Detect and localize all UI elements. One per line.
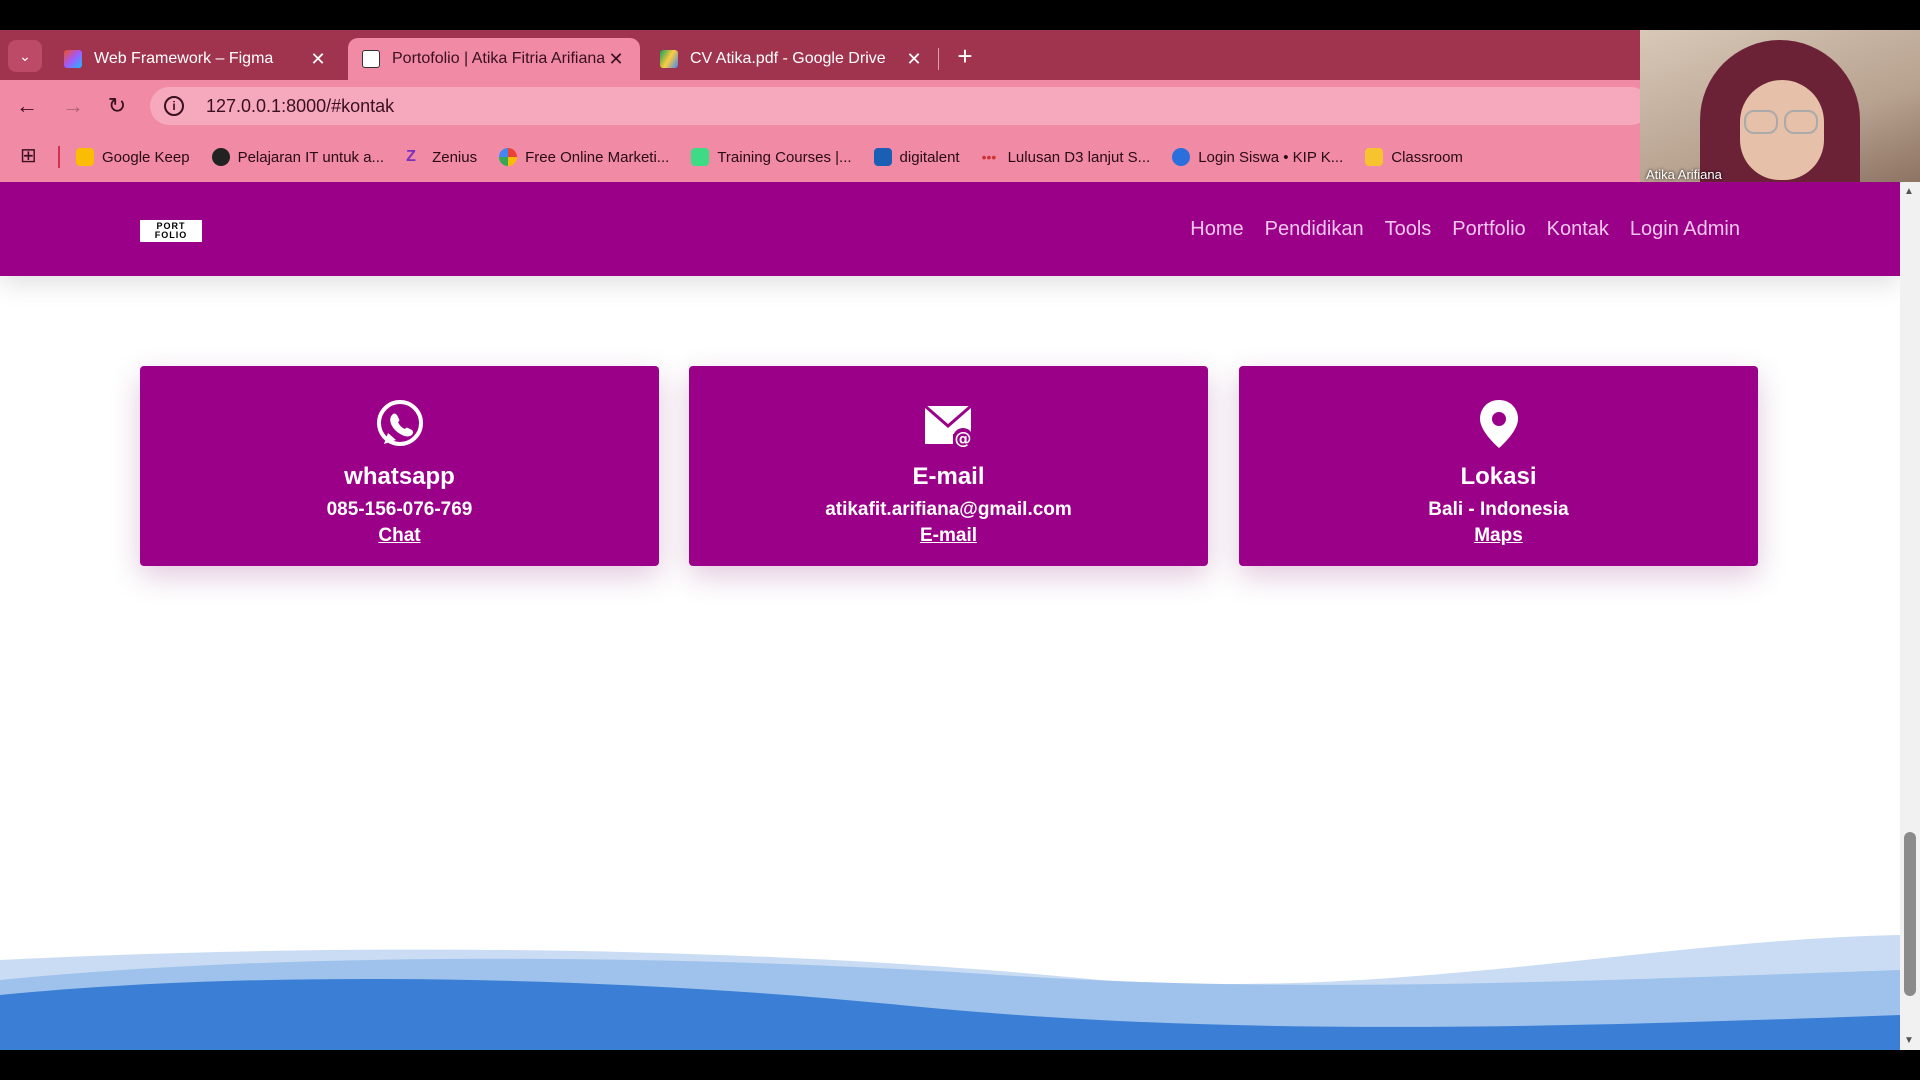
back-button[interactable]: ← (12, 92, 42, 122)
card-heading: Lokasi (1460, 463, 1537, 490)
reload-icon: ↻ (107, 93, 127, 118)
webcam-overlay: Atika Arifiana (1640, 30, 1920, 188)
email-link[interactable]: E-mail (920, 525, 977, 547)
contact-card-email: @ E-mail atikafit.arifiana@gmail.com E-m… (689, 366, 1208, 566)
figma-icon (64, 50, 82, 68)
nav-tools[interactable]: Tools (1385, 218, 1432, 241)
site-info-icon[interactable]: i (164, 96, 184, 116)
bookmark-classroom[interactable]: Classroom (1365, 148, 1463, 166)
scroll-up-icon[interactable]: ▲ (1904, 186, 1914, 197)
tab-title: CV Atika.pdf - Google Drive (690, 50, 886, 67)
arrow-right-icon: → (62, 93, 84, 118)
bookmark-label: Login Siswa • KIP K... (1198, 148, 1344, 166)
card-heading: E-mail (912, 463, 985, 490)
logo-text: PORT FOLIO (154, 221, 188, 240)
glasses-right (1784, 110, 1818, 134)
bookmark-digitalent[interactable]: digitalent (873, 148, 960, 166)
bookmark-google-keep[interactable]: Google Keep (76, 148, 190, 166)
forward-button[interactable]: → (58, 92, 88, 122)
url-text[interactable]: 127.0.0.1:8000/#kontak (206, 96, 394, 117)
site-logo[interactable]: PORT FOLIO (140, 220, 202, 242)
tab-strip: ⌄ Web Framework – Figma ✕ Portofolio | A… (0, 30, 1640, 80)
bookmark-label: Free Online Marketi... (525, 148, 670, 166)
nav-kontak[interactable]: Kontak (1547, 218, 1609, 241)
bookmark-label: Pelajaran IT untuk a... (237, 148, 385, 166)
bookmark-lulusan-d3[interactable]: ••• Lulusan D3 lanjut S... (982, 148, 1151, 166)
close-icon[interactable]: ✕ (606, 49, 626, 70)
globe-icon (211, 148, 230, 166)
scrollbar-thumb[interactable] (1904, 832, 1916, 996)
kip-icon (1172, 148, 1191, 166)
tab-google-drive[interactable]: CV Atika.pdf - Google Drive ✕ (646, 38, 938, 80)
bookmark-label: Classroom (1391, 148, 1463, 166)
tab-separator (938, 48, 939, 70)
bookmark-label: digitalent (899, 148, 960, 166)
bookmark-label: Lulusan D3 lanjut S... (1007, 148, 1151, 166)
maps-link[interactable]: Maps (1474, 525, 1523, 547)
page-viewport: PORT FOLIO Home Pendidikan Tools Portfol… (0, 182, 1900, 1050)
contact-card-lokasi: Lokasi Bali - Indonesia Maps (1239, 366, 1758, 566)
site-navbar: PORT FOLIO Home Pendidikan Tools Portfol… (0, 182, 1900, 276)
digitalent-icon (873, 148, 892, 166)
browser-toolbar: ← → ↻ i 127.0.0.1:8000/#kontak (0, 80, 1650, 132)
new-tab-button[interactable]: + (950, 42, 980, 72)
apps-grid-icon[interactable]: ⊞ (20, 145, 44, 169)
nav-login-admin[interactable]: Login Admin (1630, 218, 1740, 241)
chat-link[interactable]: Chat (378, 525, 420, 547)
scroll-down-icon[interactable]: ▼ (1904, 1035, 1914, 1046)
bookmark-login-siswa[interactable]: Login Siswa • KIP K... (1172, 148, 1343, 166)
google-icon (499, 148, 518, 166)
close-icon[interactable]: ✕ (308, 49, 328, 70)
footer-wave (0, 935, 1900, 1050)
chevron-down-icon: ⌄ (19, 47, 31, 64)
bookmark-label: Zenius (432, 148, 478, 166)
tab-search-button[interactable]: ⌄ (8, 40, 42, 72)
tab-portfolio[interactable]: Portofolio | Atika Fitria Arifiana ✕ (348, 38, 640, 80)
tab-title: Web Framework – Figma (94, 50, 274, 67)
location-pin-icon (1479, 400, 1518, 448)
bookmark-label: Google Keep (102, 148, 190, 166)
bookmark-training-courses[interactable]: Training Courses |... (691, 148, 852, 166)
email-icon: @ (923, 404, 973, 449)
bookmark-zenius[interactable]: Z Zenius (406, 148, 477, 166)
top-black-bar (0, 0, 1920, 30)
glasses-left (1744, 110, 1778, 134)
card-value: Bali - Indonesia (1428, 499, 1569, 520)
site-menu: Home Pendidikan Tools Portfolio Kontak L… (1169, 182, 1740, 276)
bookmarks-separator (58, 146, 60, 168)
bookmarks-bar: ⊞ Google Keep Pelajaran IT untuk a... ZZ… (0, 132, 1640, 182)
webcam-name-label: Atika Arifiana (1646, 167, 1722, 182)
contact-card-whatsapp: whatsapp 085-156-076-769 Chat (140, 366, 659, 566)
tab-title: Portofolio | Atika Fitria Arifiana (392, 50, 606, 67)
card-value: atikafit.arifiana@gmail.com (825, 499, 1072, 520)
browser-chrome: ⌄ Web Framework – Figma ✕ Portofolio | A… (0, 30, 1920, 182)
bookmark-free-online-marketing[interactable]: Free Online Marketi... (499, 148, 669, 166)
reload-button[interactable]: ↻ (102, 92, 132, 122)
nav-portfolio[interactable]: Portfolio (1452, 218, 1525, 241)
zenius-icon: Z (406, 148, 416, 165)
android-icon (691, 148, 710, 166)
google-keep-icon (76, 148, 94, 166)
whatsapp-icon (376, 400, 423, 446)
dots-icon: ••• (981, 149, 997, 165)
arrow-left-icon: ← (16, 93, 38, 118)
address-bar[interactable]: i 127.0.0.1:8000/#kontak (150, 87, 1650, 125)
close-icon[interactable]: ✕ (904, 49, 924, 70)
bottom-black-bar (0, 1050, 1920, 1080)
google-drive-icon (660, 50, 678, 68)
nav-pendidikan[interactable]: Pendidikan (1265, 218, 1364, 241)
page-scrollbar[interactable]: ▲ ▼ (1900, 182, 1920, 1050)
bookmark-label: Training Courses |... (717, 148, 852, 166)
nav-home[interactable]: Home (1190, 218, 1243, 241)
svg-text:@: @ (954, 429, 971, 449)
card-heading: whatsapp (344, 463, 455, 490)
classroom-icon (1365, 148, 1384, 166)
card-value: 085-156-076-769 (326, 499, 473, 520)
tab-figma[interactable]: Web Framework – Figma ✕ (50, 38, 342, 80)
plus-icon: + (957, 41, 973, 71)
portfolio-icon (362, 50, 380, 68)
bookmark-pelajaran-it[interactable]: Pelajaran IT untuk a... (211, 148, 385, 166)
